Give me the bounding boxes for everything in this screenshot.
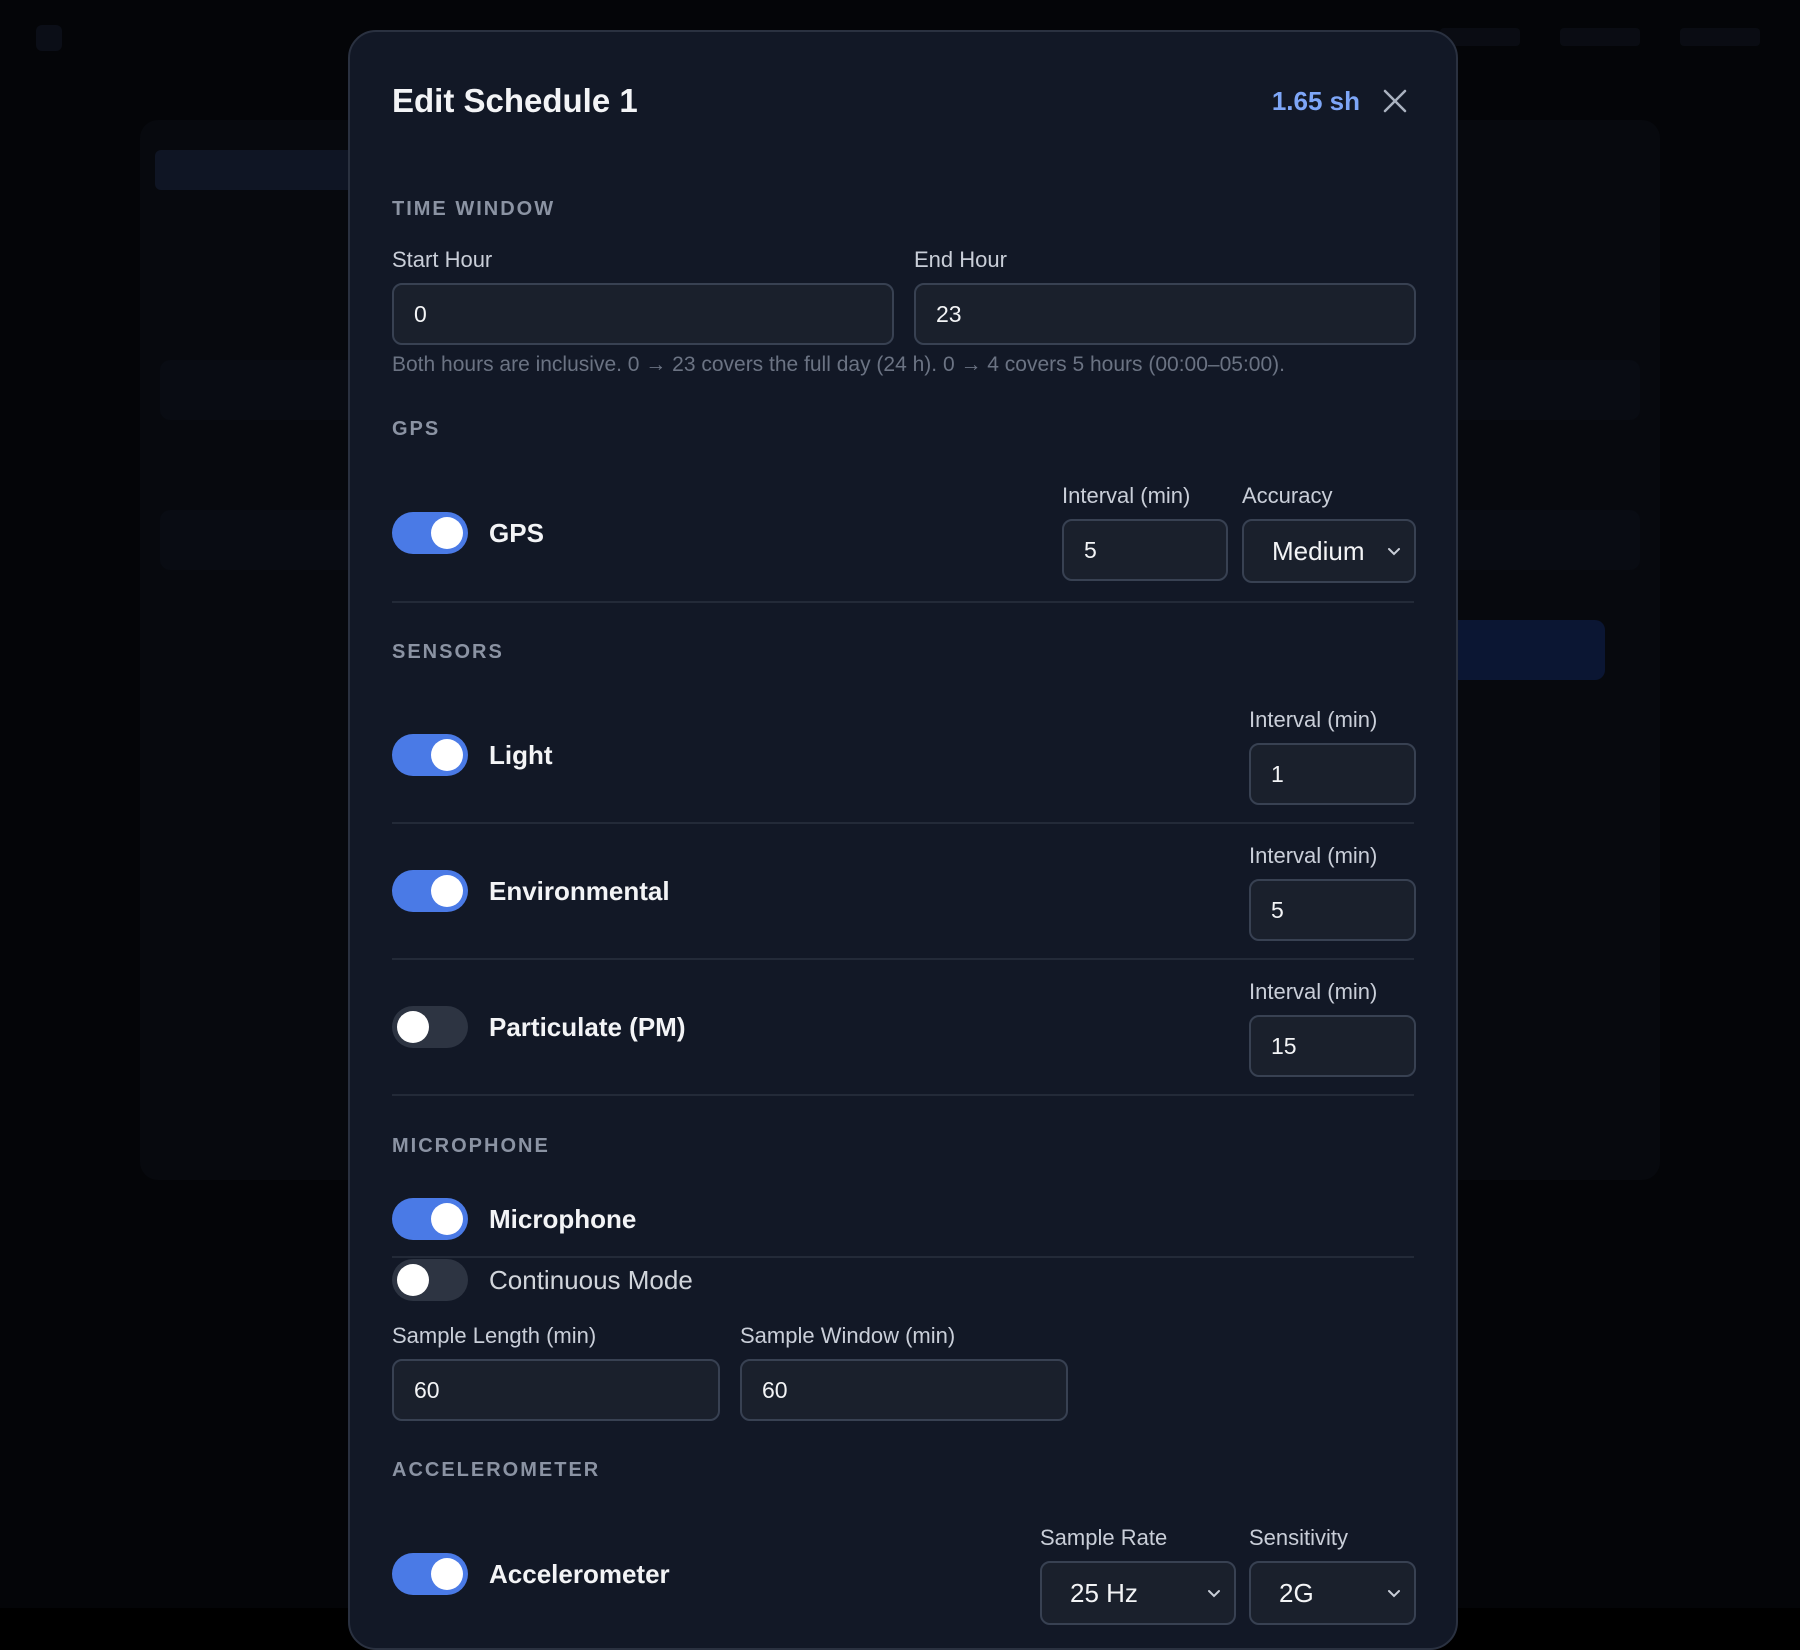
modal-header: Edit Schedule 1 1.65 sh [392, 76, 1414, 126]
microphone-label: Microphone [489, 1204, 636, 1235]
gps-toggle-label: GPS [489, 518, 544, 549]
divider [392, 822, 1414, 824]
sensitivity-select[interactable]: 2G [1249, 1561, 1416, 1625]
sample-window-input[interactable]: 60 [740, 1359, 1068, 1421]
toggle-knob [397, 1011, 429, 1043]
sample-length-input[interactable]: 60 [392, 1359, 720, 1421]
divider [392, 1094, 1414, 1096]
light-interval-label: Interval (min) [1249, 707, 1377, 733]
sensitivity-value: 2G [1279, 1578, 1314, 1609]
divider [392, 958, 1414, 960]
sample-rate-select[interactable]: 25 Hz [1040, 1561, 1236, 1625]
toggle-knob [431, 875, 463, 907]
end-hour-input[interactable]: 23 [914, 283, 1416, 345]
section-label-time-window: TIME WINDOW [392, 198, 555, 221]
sample-rate-label: Sample Rate [1040, 1525, 1167, 1551]
toggle-knob [431, 1203, 463, 1235]
end-hour-label: End Hour [914, 247, 1007, 273]
schedule-metric: 1.65 sh [1272, 76, 1360, 126]
environmental-toggle[interactable] [392, 870, 468, 912]
continuous-mode-toggle[interactable] [392, 1259, 468, 1301]
sample-window-label: Sample Window (min) [740, 1323, 955, 1349]
toggle-knob [431, 739, 463, 771]
section-label-accelerometer: ACCELEROMETER [392, 1459, 600, 1482]
gps-accuracy-select[interactable]: Medium [1242, 519, 1416, 583]
close-icon[interactable] [1380, 86, 1410, 116]
gps-accuracy-value: Medium [1272, 536, 1364, 567]
chevron-down-icon [1386, 543, 1402, 559]
sample-rate-value: 25 Hz [1070, 1578, 1138, 1609]
toggle-knob [397, 1264, 429, 1296]
start-hour-input[interactable]: 0 [392, 283, 894, 345]
microphone-toggle[interactable] [392, 1198, 468, 1240]
environmental-interval-label: Interval (min) [1249, 843, 1377, 869]
background-nav [1440, 28, 1760, 46]
divider [392, 601, 1414, 603]
modal-content: Edit Schedule 1 1.65 sh TIME WINDOW Star… [392, 32, 1414, 1648]
chevron-down-icon [1386, 1585, 1402, 1601]
sample-length-label: Sample Length (min) [392, 1323, 596, 1349]
section-label-microphone: MICROPHONE [392, 1135, 550, 1158]
chevron-down-icon [1206, 1585, 1222, 1601]
modal-title: Edit Schedule 1 [392, 76, 638, 126]
toggle-knob [431, 1558, 463, 1590]
particulate-interval-input[interactable]: 15 [1249, 1015, 1416, 1077]
environmental-label: Environmental [489, 876, 670, 907]
gps-interval-label: Interval (min) [1062, 483, 1190, 509]
toggle-knob [431, 517, 463, 549]
environmental-interval-input[interactable]: 5 [1249, 879, 1416, 941]
section-label-gps: GPS [392, 418, 440, 441]
gps-toggle[interactable] [392, 512, 468, 554]
section-label-sensors: SENSORS [392, 641, 504, 664]
edit-schedule-modal: Edit Schedule 1 1.65 sh TIME WINDOW Star… [348, 30, 1458, 1650]
light-label: Light [489, 740, 553, 771]
gps-interval-input[interactable]: 5 [1062, 519, 1228, 581]
accelerometer-label: Accelerometer [489, 1559, 670, 1590]
background-logo [36, 20, 186, 56]
accelerometer-toggle[interactable] [392, 1553, 468, 1595]
gps-accuracy-label: Accuracy [1242, 483, 1332, 509]
continuous-mode-label: Continuous Mode [489, 1265, 693, 1296]
time-window-hint: Both hours are inclusive. 0 → 23 covers … [392, 353, 1285, 377]
particulate-interval-label: Interval (min) [1249, 979, 1377, 1005]
start-hour-label: Start Hour [392, 247, 492, 273]
particulate-label: Particulate (PM) [489, 1012, 686, 1043]
sensitivity-label: Sensitivity [1249, 1525, 1348, 1551]
divider [392, 1256, 1414, 1258]
light-interval-input[interactable]: 1 [1249, 743, 1416, 805]
particulate-toggle[interactable] [392, 1006, 468, 1048]
light-toggle[interactable] [392, 734, 468, 776]
